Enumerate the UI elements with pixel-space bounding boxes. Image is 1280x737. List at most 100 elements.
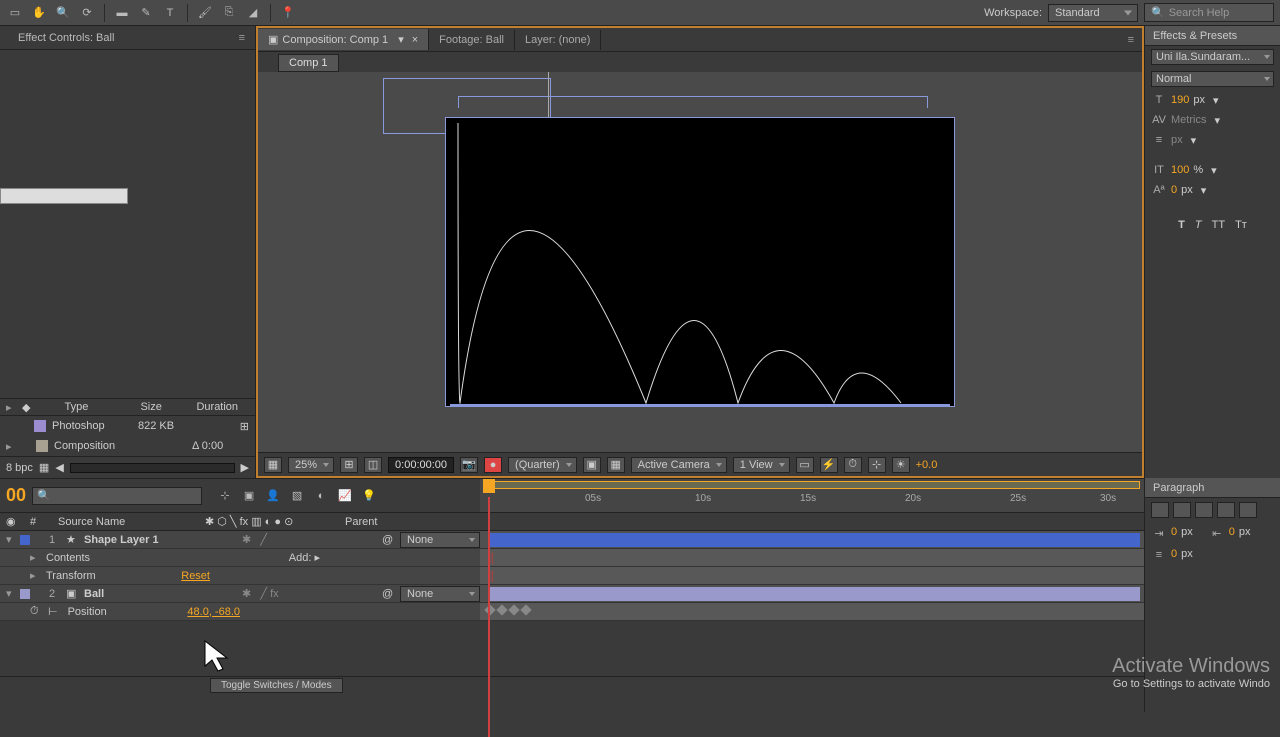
cti-head-icon[interactable]	[483, 479, 495, 493]
keyframe-icon[interactable]	[484, 604, 495, 615]
italic-button[interactable]: T	[1195, 219, 1202, 231]
av-icon[interactable]: ◉	[0, 515, 20, 528]
font-size-value[interactable]: 190	[1171, 94, 1189, 106]
justify-center-button[interactable]	[1239, 502, 1257, 518]
current-time[interactable]: 00	[6, 485, 26, 506]
eraser-tool-icon[interactable]: ◢	[244, 4, 262, 22]
project-row[interactable]: Photoshop 822 KB ⊞	[0, 416, 255, 436]
parent-dropdown[interactable]: None	[400, 586, 480, 602]
label-icon[interactable]: ◆	[22, 401, 30, 414]
keyframe-icon[interactable]	[520, 604, 531, 615]
grid-icon[interactable]: ⊞	[340, 457, 358, 473]
layer-property-row[interactable]: ▸ Transform Reset ][	[0, 567, 1144, 585]
link-icon[interactable]: ⊞	[240, 420, 249, 433]
camera-dropdown[interactable]: Active Camera	[631, 457, 727, 473]
work-area-bar[interactable]	[484, 481, 1140, 489]
panel-menu-icon[interactable]: ≡	[239, 32, 245, 44]
view-dropdown[interactable]: 1 View	[733, 457, 790, 473]
layer-row[interactable]: ▾ 1 ★ Shape Layer 1 ✱ ╱ @ None	[0, 531, 1144, 549]
project-scrollbar[interactable]	[70, 463, 235, 473]
puppet-tool-icon[interactable]: 📍	[279, 4, 297, 22]
layer-property-row[interactable]: ▸ Contents Add: ▸ ][	[0, 549, 1144, 567]
font-style-dropdown[interactable]: Normal	[1151, 71, 1274, 87]
tab-footage[interactable]: Footage: Ball	[429, 30, 515, 50]
panel-menu-icon[interactable]: ≡	[1120, 34, 1142, 46]
reset-exposure-icon[interactable]: ☀	[892, 457, 910, 473]
project-row[interactable]: ▸ Composition Δ 0:00	[0, 436, 255, 456]
brainstorm-icon[interactable]: 💡	[360, 487, 378, 505]
align-center-button[interactable]	[1173, 502, 1191, 518]
layer-property-row[interactable]: ⏱ ⊢ Position 48.0, -68.0	[0, 603, 1144, 621]
region-icon[interactable]: ▦	[264, 457, 282, 473]
prev-frame-icon[interactable]: ◀	[55, 461, 63, 474]
draft3d-icon[interactable]: ▣	[240, 487, 258, 505]
workspace-dropdown[interactable]: Standard	[1048, 4, 1138, 22]
smallcaps-button[interactable]: Tᴛ	[1235, 219, 1247, 231]
twirl-icon[interactable]: ▸	[30, 569, 40, 582]
frame-blend-icon[interactable]: ▧	[288, 487, 306, 505]
align-left-button[interactable]	[1151, 502, 1169, 518]
rotate-tool-icon[interactable]: ⟳	[78, 4, 96, 22]
allcaps-button[interactable]: TT	[1212, 219, 1225, 231]
layer-row[interactable]: ▾ 2 ▣ Ball ✱ ╱ fx @ None	[0, 585, 1144, 603]
snapshot-icon[interactable]: 📷	[460, 457, 478, 473]
motion-blur-icon[interactable]: ◐	[312, 487, 330, 505]
effects-presets-tab[interactable]: Effects & Presets	[1145, 26, 1280, 46]
fast-preview-icon[interactable]: ⚡	[820, 457, 838, 473]
mask-icon[interactable]: ◫	[364, 457, 382, 473]
chevron-down-icon[interactable]: ▾	[1214, 114, 1220, 127]
composition-viewer[interactable]	[258, 72, 1142, 452]
leading-value[interactable]: px	[1171, 134, 1183, 146]
keyframe-icon[interactable]	[508, 604, 519, 615]
justify-left-button[interactable]	[1217, 502, 1235, 518]
pickwhip-icon[interactable]: @	[382, 588, 400, 600]
kerning-value[interactable]: Metrics	[1171, 114, 1206, 126]
twirl-icon[interactable]: ▾	[6, 533, 16, 546]
switches[interactable]: ✱ ╱	[242, 533, 382, 546]
tracking-value[interactable]: 100	[1171, 164, 1189, 176]
twirl-icon[interactable]: ▸	[6, 440, 16, 453]
keyframe-nav-icon[interactable]: ⊢	[48, 605, 58, 618]
hand-tool-icon[interactable]: ✋	[30, 4, 48, 22]
current-time-display[interactable]: 0:00:00:00	[388, 457, 454, 473]
bold-button[interactable]: T	[1178, 219, 1185, 231]
bpc-button[interactable]: 8 bpc	[6, 462, 33, 474]
resolution-dropdown[interactable]: (Quarter)	[508, 457, 577, 473]
zoom-dropdown[interactable]: 25%	[288, 457, 334, 473]
reset-link[interactable]: Reset	[181, 570, 210, 582]
indent-right-value[interactable]: 0	[1229, 526, 1235, 540]
text-tool-icon[interactable]: T	[161, 4, 179, 22]
timeline-icon[interactable]: ⏱	[844, 457, 862, 473]
font-family-dropdown[interactable]: Uni Ila.Sundaram...	[1151, 49, 1274, 65]
toggle-switches-button[interactable]: Toggle Switches / Modes	[210, 678, 343, 693]
clone-tool-icon[interactable]: ⎘	[220, 4, 238, 22]
project-filter-input[interactable]	[0, 188, 128, 204]
selection-tool-icon[interactable]: ▭	[6, 4, 24, 22]
next-frame-icon[interactable]: ▶	[241, 461, 249, 474]
keyframe-track[interactable]	[486, 606, 530, 614]
keyframe-icon[interactable]	[496, 604, 507, 615]
tab-layer[interactable]: Layer: (none)	[515, 30, 601, 50]
zoom-tool-icon[interactable]: 🔍	[54, 4, 72, 22]
transparency-icon[interactable]: ▦	[607, 457, 625, 473]
layer-duration-bar[interactable]	[488, 587, 1140, 601]
channel-icon[interactable]: ●	[484, 457, 502, 473]
add-button[interactable]: ▸	[314, 552, 320, 564]
chevron-down-icon[interactable]: ▾	[1201, 184, 1207, 197]
parent-dropdown[interactable]: None	[400, 532, 480, 548]
twirl-icon[interactable]: ▸	[6, 401, 16, 414]
stopwatch-icon[interactable]: ⏱	[30, 605, 44, 618]
twirl-icon[interactable]: ▸	[30, 551, 40, 564]
exposure-value[interactable]: +0.0	[916, 459, 938, 471]
current-time-indicator[interactable]	[488, 497, 490, 737]
chevron-down-icon[interactable]: ▾	[1211, 164, 1217, 177]
roi-icon[interactable]: ▣	[583, 457, 601, 473]
rect-tool-icon[interactable]: ▬	[113, 4, 131, 22]
interpret-icon[interactable]: ▦	[39, 461, 49, 474]
twirl-icon[interactable]: ▾	[6, 587, 16, 600]
pixel-aspect-icon[interactable]: ▭	[796, 457, 814, 473]
baseline-value[interactable]: 0	[1171, 184, 1177, 196]
search-help-input[interactable]: 🔍 Search Help	[1144, 3, 1274, 22]
graph-editor-icon[interactable]: 📈	[336, 487, 354, 505]
comp-mini-flowchart-icon[interactable]: ⊹	[216, 487, 234, 505]
